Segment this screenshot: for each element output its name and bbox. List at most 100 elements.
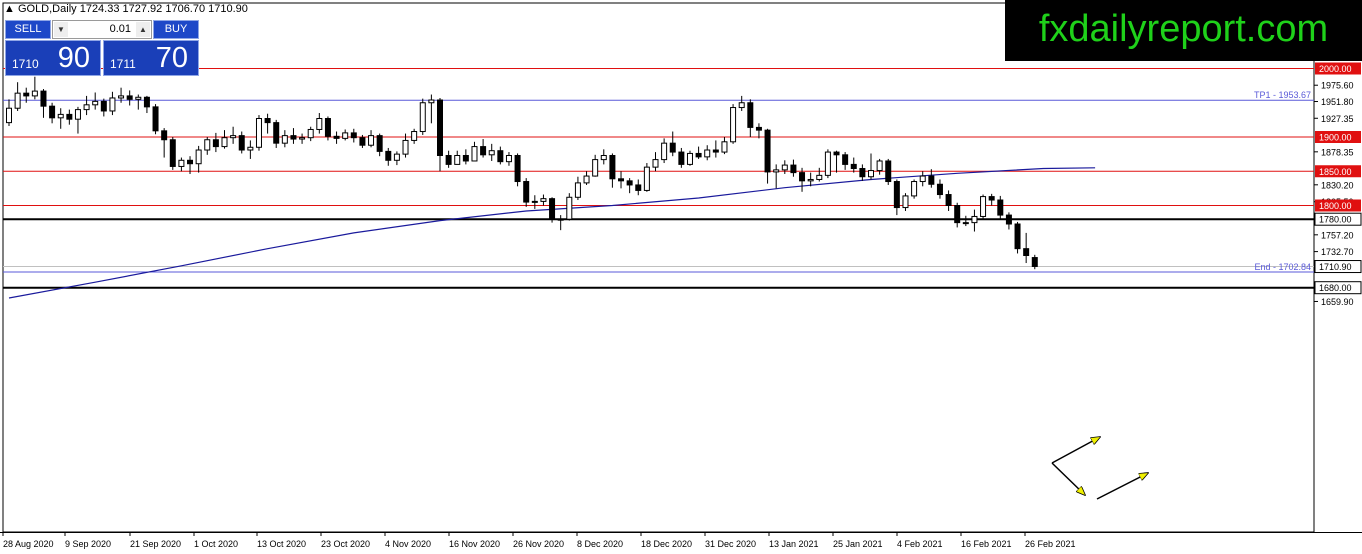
- plot-frame: [2, 2, 1315, 533]
- candle-body-bear: [755, 126, 762, 131]
- candle-body-bear: [385, 150, 392, 161]
- candle-body-bear: [264, 118, 271, 124]
- candle-body-bull: [971, 215, 978, 224]
- candle: [178, 157, 185, 172]
- candle: [712, 140, 719, 158]
- candle: [997, 195, 1004, 220]
- lot-increase-icon[interactable]: ▲: [136, 22, 150, 37]
- candle: [264, 113, 271, 134]
- x-tick-label: 4 Nov 2020: [385, 539, 431, 549]
- candle: [566, 193, 573, 221]
- candle-body-bear: [514, 154, 521, 183]
- candle-body-bull: [824, 151, 831, 176]
- level-price-label: 2000.00: [1319, 64, 1352, 74]
- candle: [790, 159, 797, 177]
- buy-price[interactable]: 1711 70: [103, 40, 199, 76]
- lot-decrease-icon[interactable]: ▼: [54, 22, 68, 37]
- candle: [635, 179, 642, 196]
- candle: [919, 171, 926, 187]
- candle-body-bear: [161, 130, 168, 141]
- candle-body-bull: [807, 178, 814, 182]
- candle-body-bear: [1031, 257, 1038, 267]
- candle: [204, 137, 211, 155]
- candle-body-bear: [945, 194, 952, 206]
- candle-body-bull: [316, 118, 323, 130]
- candle-body-bull: [92, 100, 99, 106]
- candle: [695, 146, 702, 159]
- sell-price[interactable]: 1710 90: [5, 40, 101, 76]
- lot-size-field[interactable]: ▼ 0.01 ▲: [52, 20, 152, 39]
- x-tick-label: 28 Aug 2020: [3, 539, 54, 549]
- candle-body-bull: [574, 182, 581, 198]
- candle: [195, 145, 202, 173]
- price-chart[interactable]: 1975.601951.801927.351878.351830.201805.…: [0, 0, 1362, 554]
- candle: [816, 167, 823, 182]
- candle-body-bear: [462, 154, 469, 162]
- level-target-label: TP1 - 1953.67: [1254, 90, 1311, 100]
- candle-body-bull: [816, 174, 823, 180]
- candle: [393, 151, 400, 166]
- x-tick-label: 26 Feb 2021: [1025, 539, 1076, 549]
- candle: [954, 202, 961, 228]
- candle-body-bear: [437, 99, 443, 156]
- x-tick-label: 13 Oct 2020: [257, 539, 306, 549]
- projection-arrow: [1051, 462, 1085, 495]
- candle-body-bear: [850, 163, 857, 170]
- candle-body-bear: [988, 196, 995, 201]
- buy-price-big: 70: [155, 42, 188, 74]
- candle-body-bear: [445, 154, 452, 165]
- sell-button[interactable]: SELL: [5, 20, 51, 39]
- candle: [747, 99, 754, 137]
- x-tick-label: 13 Jan 2021: [769, 539, 819, 549]
- candle: [773, 164, 780, 189]
- candle-body-bull: [652, 159, 659, 168]
- candle: [342, 129, 349, 141]
- candle: [505, 152, 512, 166]
- candle: [721, 137, 728, 155]
- candle-body-bull: [428, 99, 435, 104]
- candle: [454, 150, 461, 165]
- candle: [221, 130, 228, 149]
- candle-body-bear: [799, 172, 806, 182]
- candle-body-bear: [609, 154, 616, 180]
- candle: [824, 149, 831, 179]
- collapse-triangle-icon[interactable]: ▲: [4, 3, 15, 15]
- candle: [686, 150, 693, 166]
- candle: [57, 108, 64, 129]
- candle-body-bull: [773, 169, 780, 173]
- candle-body-bear: [635, 184, 642, 191]
- candle: [885, 158, 892, 185]
- projection-arrow: [1051, 437, 1100, 464]
- level-price-label: 1680.00: [1319, 283, 1352, 293]
- candle-body-bear: [669, 142, 676, 153]
- candle: [471, 141, 478, 162]
- sell-price-big: 90: [57, 42, 90, 74]
- candle: [376, 133, 383, 157]
- current-price-label: 1710.90: [1319, 262, 1352, 272]
- candle-body-bull: [342, 132, 349, 139]
- candle-body-bear: [497, 150, 504, 163]
- candle-body-bear: [212, 139, 219, 148]
- candle: [911, 179, 918, 199]
- x-tick-label: 23 Oct 2020: [321, 539, 370, 549]
- candle-body-bull: [876, 160, 883, 172]
- candle-body-bear: [859, 168, 866, 178]
- candle-body-bear: [1023, 248, 1030, 257]
- candle: [1031, 254, 1038, 270]
- symbol-info: ▲ GOLD,Daily 1724.33 1727.92 1706.70 171…: [4, 3, 248, 15]
- candle: [255, 115, 262, 151]
- candle: [74, 106, 81, 134]
- candle: [135, 94, 142, 110]
- level-target-label: End - 1702.84: [1254, 262, 1311, 272]
- projection-arrows: [1051, 437, 1148, 500]
- candle-body-bear: [523, 181, 530, 203]
- candle: [868, 153, 874, 180]
- candle: [980, 194, 987, 220]
- y-tick-label: 1878.35: [1321, 147, 1354, 157]
- candle-body-bear: [23, 92, 30, 97]
- candle-body-bull: [178, 159, 185, 167]
- buy-button[interactable]: BUY: [153, 20, 199, 39]
- lot-size-value[interactable]: 0.01: [110, 23, 131, 35]
- candle: [152, 104, 159, 135]
- candle: [411, 128, 418, 144]
